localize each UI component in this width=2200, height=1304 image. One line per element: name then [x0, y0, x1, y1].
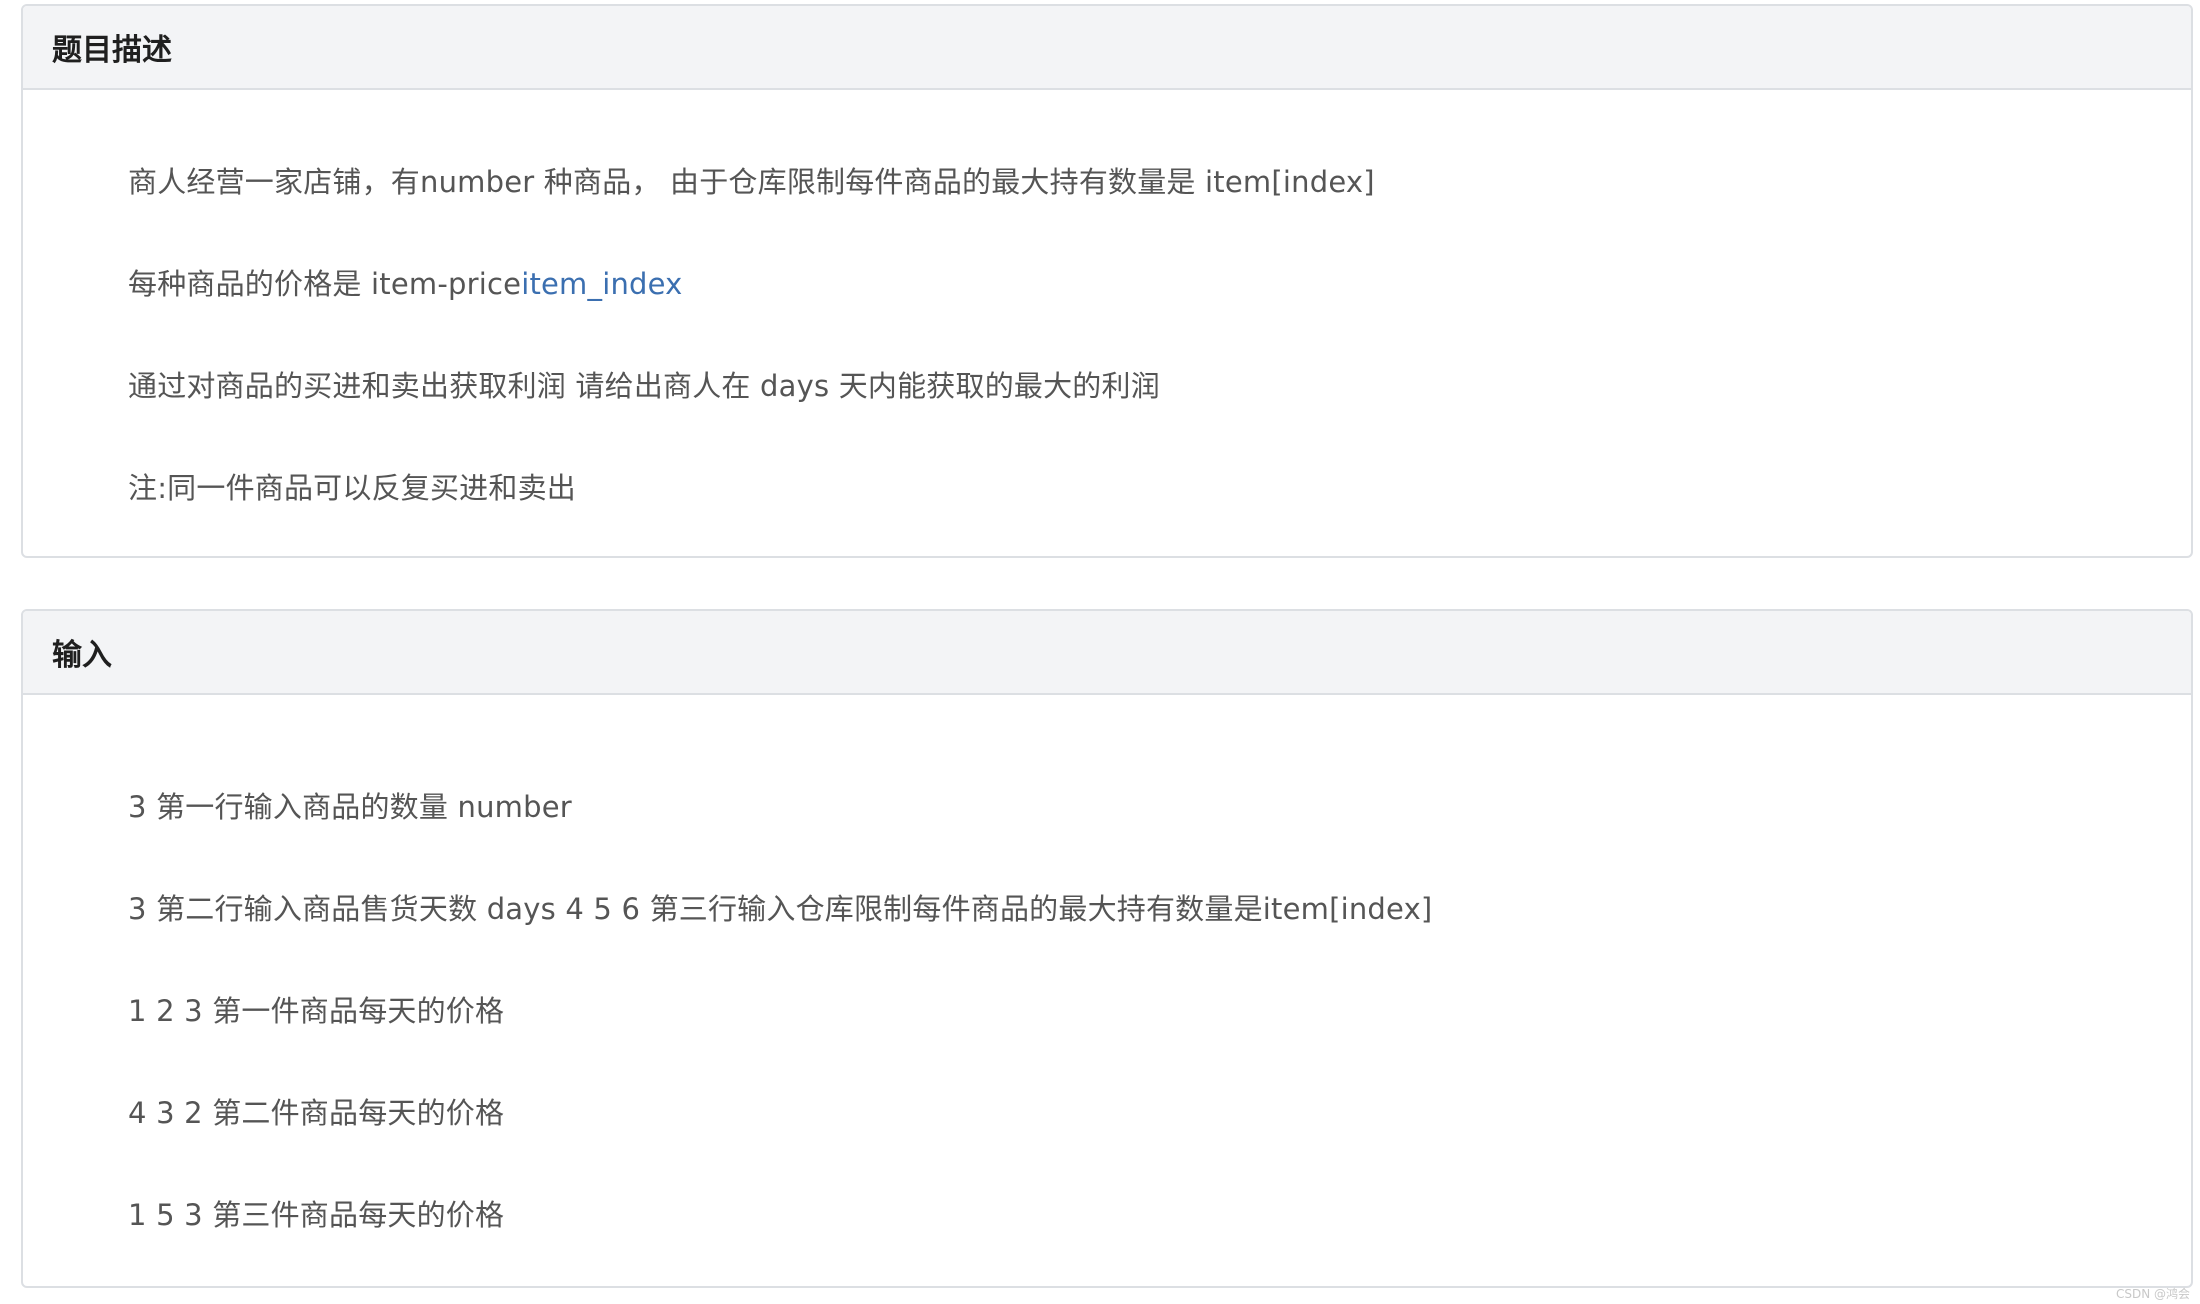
description-line-price: 每种商品的价格是 item-priceitem_index [128, 264, 683, 304]
input-line-2: 3 第二行输入商品售货天数 days 4 5 6 第三行输入仓库限制每件商品的最… [128, 892, 1433, 926]
input-line-4: 4 3 2 第二件商品每天的价格 [128, 1096, 505, 1130]
description-header: 题目描述 [23, 6, 2191, 90]
input-line-5: 1 5 3 第三件商品每天的价格 [128, 1198, 505, 1232]
price-prefix: 每种商品的价格是 item-price [128, 267, 522, 301]
input-header: 输入 [23, 611, 2191, 695]
problem-description-panel: 题目描述 商人经营一家店铺，有number 种商品， 由于仓库限制每件商品的最大… [21, 4, 2193, 558]
watermark: CSDN @鸿会 [2115, 1287, 2190, 1301]
input-line-3: 1 2 3 第一件商品每天的价格 [128, 994, 505, 1028]
description-line-2: 通过对商品的买进和卖出获取利润 请给出商人在 days 天内能获取的最大的利润 [128, 369, 1160, 403]
description-line-1: 商人经营一家店铺，有number 种商品， 由于仓库限制每件商品的最大持有数量是… [128, 165, 1375, 199]
input-panel: 输入 3 第一行输入商品的数量 number 3 第二行输入商品售货天数 day… [21, 609, 2193, 1288]
item-index-link[interactable]: item_index [521, 267, 682, 301]
description-line-3: 注:同一件商品可以反复买进和卖出 [128, 471, 576, 505]
input-line-1: 3 第一行输入商品的数量 number [128, 790, 572, 824]
